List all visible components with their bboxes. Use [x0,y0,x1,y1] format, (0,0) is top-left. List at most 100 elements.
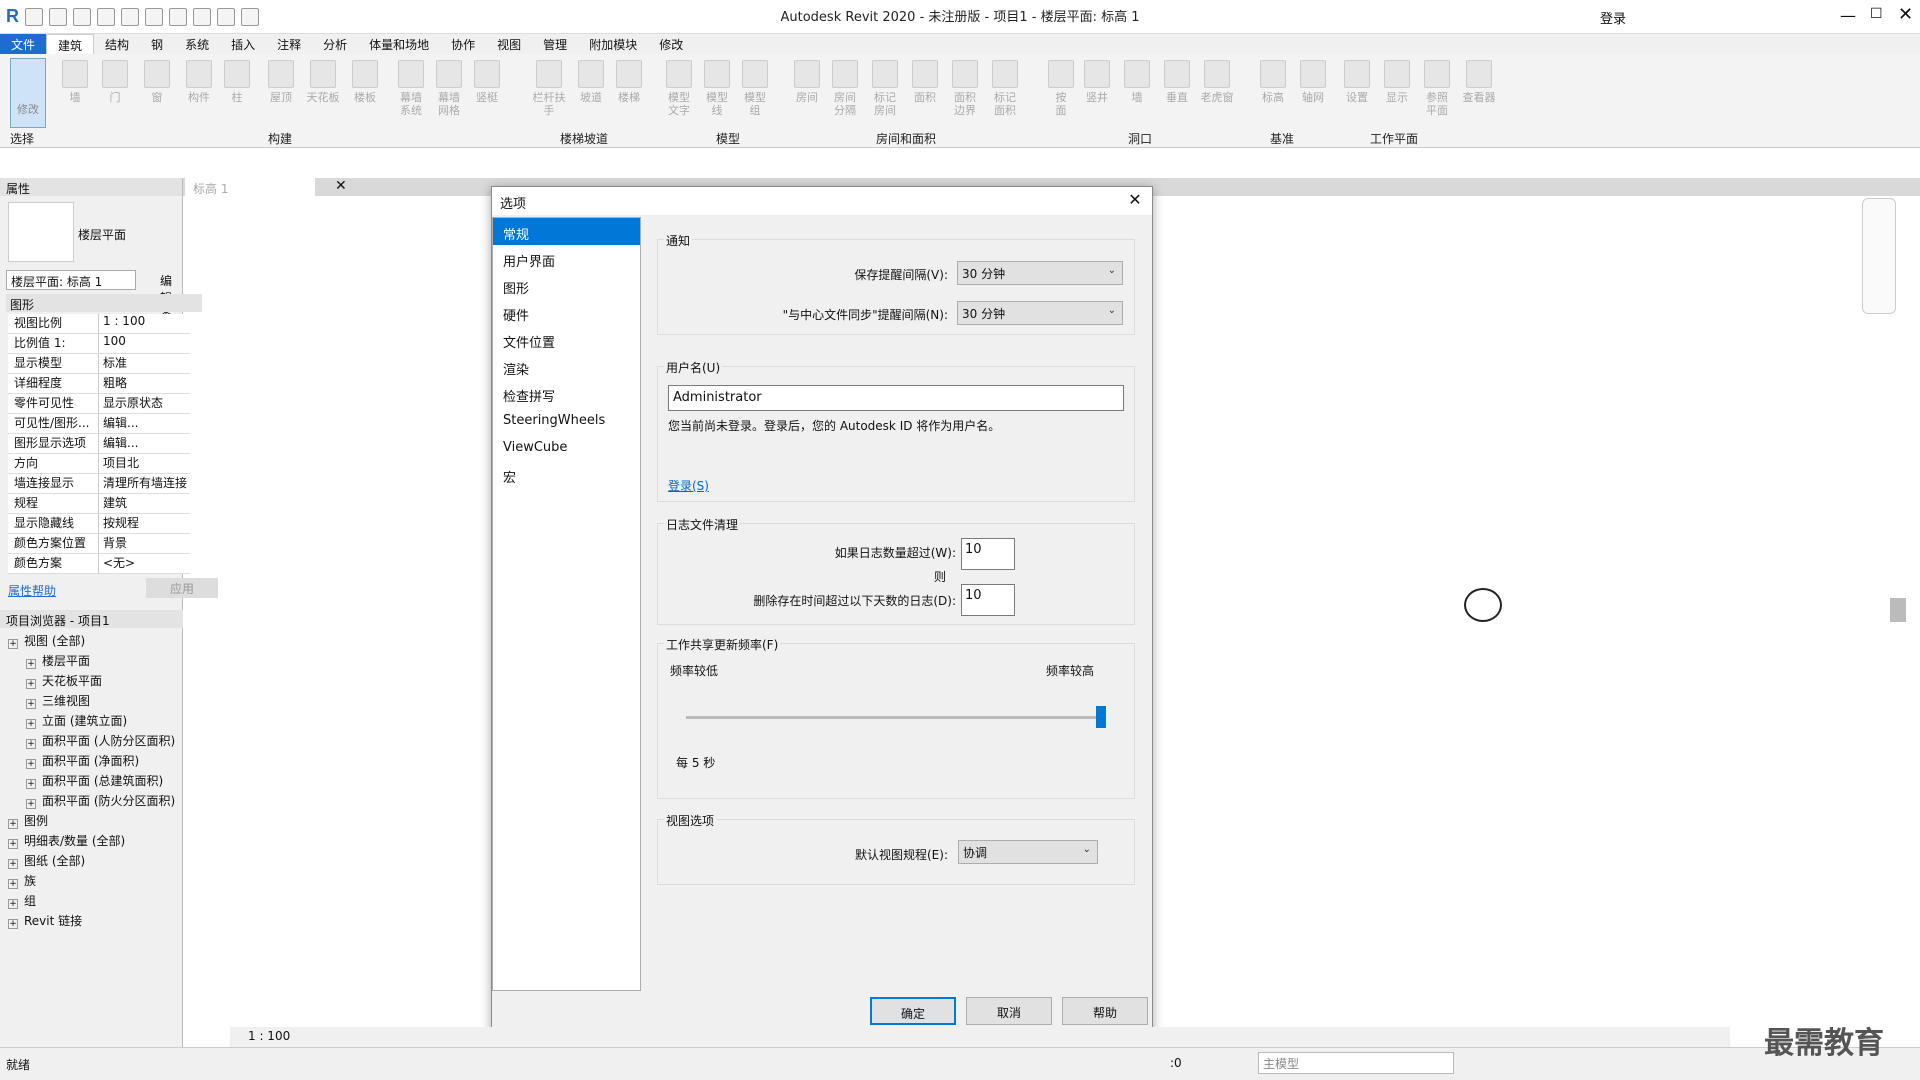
property-value[interactable]: 背景 [98,534,190,554]
ribbon-button-6[interactable]: 天花板 [306,60,340,104]
menu-tab-2[interactable]: 结构 [94,34,140,54]
journal-days-input[interactable]: 10 [961,584,1015,616]
options-nav-item[interactable]: 硬件 [493,299,640,326]
ribbon-button-23[interactable]: 按面 [1044,60,1078,117]
ribbon-button-22[interactable]: 标记 面积 [988,60,1022,117]
menu-tab-7[interactable]: 分析 [312,34,358,54]
tree-item[interactable]: + 图纸 (全部) [8,852,85,869]
tree-item[interactable]: + 面积平面 (人防分区面积) [26,732,175,749]
expand-icon[interactable]: + [8,839,18,849]
close-icon[interactable]: ✕ [1898,4,1913,25]
properties-help-link[interactable]: 属性帮助 [8,582,56,599]
type-name[interactable]: 楼层平面 [78,226,126,243]
ribbon-button-33[interactable]: 查看器 [1462,60,1496,104]
journal-count-input[interactable]: 10 [961,538,1015,570]
property-row[interactable]: 颜色方案 <无> [8,554,192,574]
view-selector[interactable]: 楼层平面: 标高 1 [6,270,136,290]
tree-item[interactable]: + 视图 (全部) [8,632,85,649]
ribbon-button-19[interactable]: 标记 房间 [868,60,902,117]
property-row[interactable]: 详细程度 粗略 [8,374,192,394]
tree-item[interactable]: + 面积平面 (总建筑面积) [26,772,163,789]
ribbon-button-1[interactable]: 门 [98,60,132,104]
tree-item[interactable]: + 立面 (建筑立面) [26,712,127,729]
property-value[interactable]: 项目北 [98,454,190,474]
ribbon-button-11[interactable]: 栏杆扶手 [532,60,566,117]
expand-icon[interactable]: + [26,659,36,669]
select-group-label[interactable]: 选择 [10,130,34,147]
ribbon-button-7[interactable]: 楼板 [348,60,382,104]
close-icon[interactable]: ✕ [1124,190,1146,212]
ribbon-button-2[interactable]: 窗 [140,60,174,104]
ribbon-button-15[interactable]: 模型线 [700,60,734,117]
property-row[interactable]: 墙连接显示 清理所有墙连接 [8,474,192,494]
tree-item[interactable]: + 面积平面 (净面积) [26,752,139,769]
model-selector[interactable]: 主模型 [1258,1052,1454,1074]
expand-icon[interactable]: + [8,859,18,869]
expand-icon[interactable]: + [26,719,36,729]
ribbon-button-9[interactable]: 幕墙 网格 [432,60,466,117]
tree-item[interactable]: + 面积平面 (防火分区面积) [26,792,175,809]
ribbon-button-24[interactable]: 竖井 [1080,60,1114,104]
options-nav-item[interactable]: SteeringWheels [493,407,640,434]
tree-item[interactable]: + 图例 [8,812,48,829]
menu-tab-3[interactable]: 钢 [140,34,174,54]
options-nav-item[interactable]: 常规 [493,218,640,245]
property-row[interactable]: 图形显示选项 编辑... [8,434,192,454]
options-nav-item[interactable]: 渲染 [493,353,640,380]
expand-icon[interactable]: + [26,739,36,749]
ribbon-button-21[interactable]: 面积 边界 [948,60,982,117]
ribbon-button-18[interactable]: 房间 分隔 [828,60,862,117]
ok-button[interactable]: 确定 [870,997,956,1025]
ribbon-button-3[interactable]: 构件 [182,60,216,104]
menu-tab-1[interactable]: 建筑 [46,34,95,54]
help-button[interactable]: 帮助 [1062,997,1148,1025]
options-nav-item[interactable]: ViewCube [493,434,640,461]
menu-tab-9[interactable]: 协作 [440,34,486,54]
property-value[interactable]: 粗略 [98,374,190,394]
property-row[interactable]: 视图比例 1 : 100 [8,314,192,334]
menu-tab-8[interactable]: 体量和场地 [358,34,440,54]
elevation-marker-icon[interactable] [1464,588,1502,622]
maximize-icon[interactable]: ☐ [1870,6,1883,22]
property-row[interactable]: 可见性/图形... 编辑... [8,414,192,434]
ribbon-button-26[interactable]: 垂直 [1160,60,1194,104]
expand-icon[interactable]: + [8,819,18,829]
ribbon-button-4[interactable]: 柱 [220,60,254,104]
scrollbar-thumb[interactable] [1890,598,1906,622]
property-value[interactable]: 标准 [98,354,190,374]
menu-tab-4[interactable]: 系统 [174,34,220,54]
sync-interval-select[interactable]: 30 分钟 ⌄ [957,301,1123,325]
ribbon-button-20[interactable]: 面积 [908,60,942,104]
discipline-select[interactable]: 协调 ⌄ [958,840,1098,864]
expand-icon[interactable]: + [26,759,36,769]
expand-icon[interactable]: + [26,699,36,709]
options-nav-item[interactable]: 用户界面 [493,245,640,272]
expand-icon[interactable]: + [8,899,18,909]
login-button[interactable]: 登录 [1600,8,1626,27]
username-input[interactable]: Administrator [668,385,1124,411]
property-value[interactable]: 清理所有墙连接 [98,474,190,494]
property-value[interactable]: 100 [98,334,190,354]
tree-item[interactable]: + 族 [8,872,36,889]
scale-label[interactable]: 1 : 100 [248,1029,290,1043]
login-link[interactable]: 登录(S) [668,477,709,494]
menu-tab-13[interactable]: 修改 [648,34,694,54]
property-row[interactable]: 显示模型 标准 [8,354,192,374]
close-tab-icon[interactable]: ✕ [335,178,347,194]
ribbon-button-0[interactable]: 墙 [58,60,92,104]
ribbon-button-13[interactable]: 楼梯 [612,60,646,104]
ribbon-button-30[interactable]: 设置 [1340,60,1374,104]
ribbon-button-16[interactable]: 模型组 [738,60,772,117]
tree-item[interactable]: + 天花板平面 [26,672,102,689]
ribbon-button-25[interactable]: 墙 [1120,60,1154,104]
expand-icon[interactable]: + [8,919,18,929]
ribbon-button-17[interactable]: 房间 [790,60,824,104]
view-tab[interactable]: 标高 1 [185,178,315,196]
ribbon-button-12[interactable]: 坡道 [574,60,608,104]
ribbon-button-32[interactable]: 参照 平面 [1420,60,1454,117]
modify-button[interactable]: 修改 [10,58,46,128]
property-value[interactable]: 显示原状态 [98,394,190,414]
property-value[interactable]: 1 : 100 [98,314,190,334]
menu-tab-12[interactable]: 附加模块 [578,34,648,54]
property-row[interactable]: 零件可见性 显示原状态 [8,394,192,414]
